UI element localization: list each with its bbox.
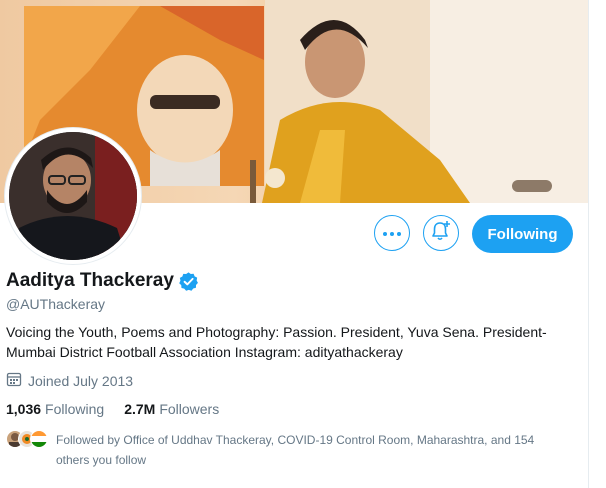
avatar[interactable] <box>9 132 137 260</box>
followers-count: 2.7M <box>124 401 156 417</box>
verified-badge-icon <box>178 271 199 292</box>
avatar-frame[interactable] <box>4 127 142 265</box>
following-stat-link[interactable]: 1,036 Following <box>6 401 104 417</box>
bio: Voicing the Youth, Poems and Photography… <box>6 322 576 362</box>
follower-avatars <box>6 430 48 448</box>
bell-plus-icon <box>430 220 452 247</box>
bio-line: Voicing the Youth, Poems and Photography… <box>6 324 547 340</box>
notifications-button[interactable] <box>423 215 459 251</box>
followed-by-line: Followed by Office of Uddhav Thackeray, … <box>56 433 535 447</box>
followers-label: Followers <box>159 401 220 417</box>
following-count: 1,036 <box>6 401 42 417</box>
followed-by-text: Followed by Office of Uddhav Thackeray, … <box>56 430 576 470</box>
following-label: Following <box>45 401 105 417</box>
more-options-button[interactable] <box>374 215 410 251</box>
followed-by-line: others you follow <box>56 453 147 467</box>
calendar-icon <box>6 371 28 390</box>
joined-info: Joined July 2013 <box>6 371 133 390</box>
following-button[interactable]: Following <box>472 215 573 253</box>
display-name: Aaditya Thackeray <box>6 270 174 291</box>
joined-date: Joined July 2013 <box>28 372 134 389</box>
name-row: Aaditya Thackeray <box>6 270 199 292</box>
follow-stats: 1,036 Following 2.7M Followers <box>6 401 239 417</box>
followed-by-row[interactable]: Followed by Office of Uddhav Thackeray, … <box>6 430 576 470</box>
bio-line: Mumbai District Football Association Ins… <box>6 344 403 360</box>
profile-panel: Following Aaditya Thackeray @AUThackeray… <box>0 0 589 488</box>
handle: @AUThackeray <box>6 296 106 312</box>
followers-stat-link[interactable]: 2.7M Followers <box>124 401 219 417</box>
more-horizontal-icon <box>382 224 402 242</box>
follower-avatar <box>30 430 48 448</box>
